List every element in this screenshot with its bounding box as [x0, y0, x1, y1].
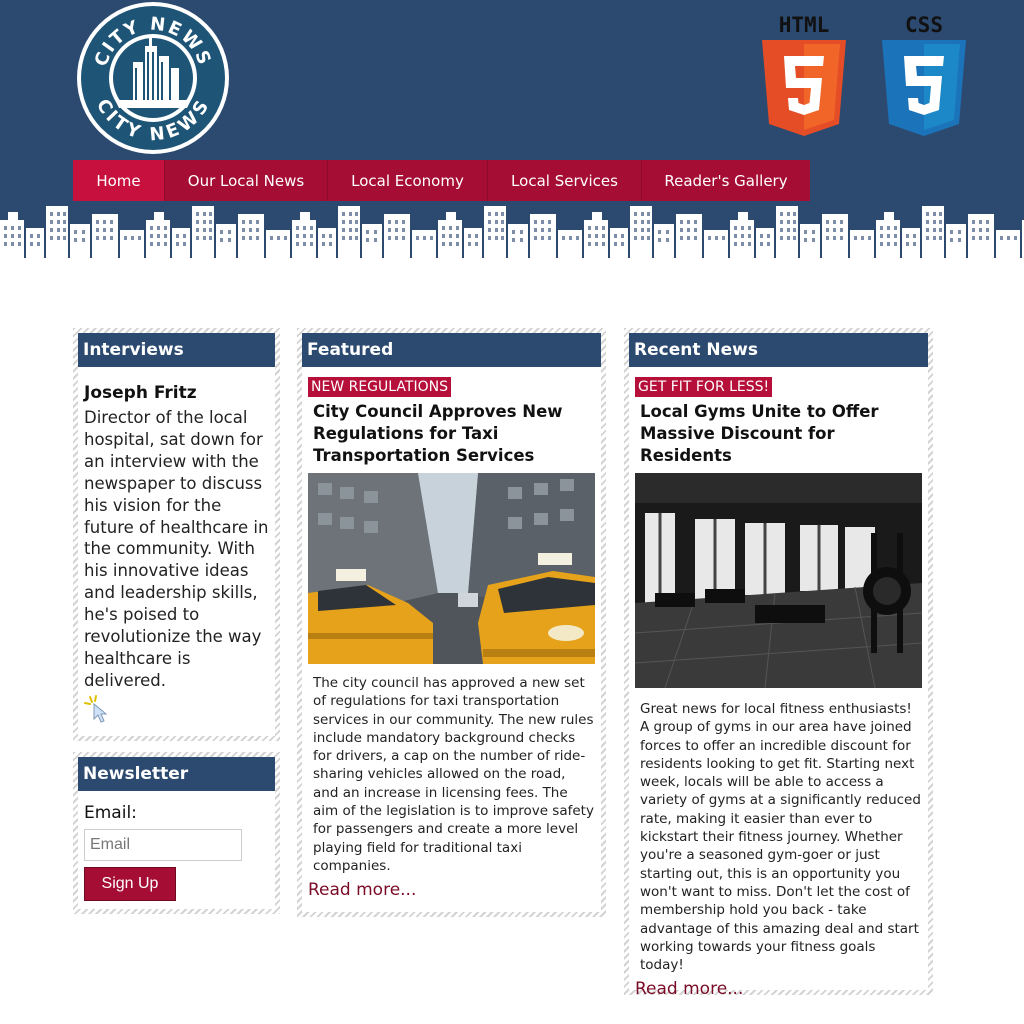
sign-up-button[interactable]: Sign Up	[84, 867, 176, 901]
tech-logos: HTML CSS	[762, 13, 966, 136]
interviewee-name: Joseph Fritz	[84, 383, 197, 403]
css3-icon: CSS	[882, 13, 966, 136]
featured-article-title[interactable]: City Council Approves New Regulations fo…	[313, 401, 595, 467]
city-news-logo[interactable]: CITY NEWS CITY NEWS	[75, 0, 231, 156]
email-label: Email:	[84, 803, 137, 823]
featured-panel: Featured NEW REGULATIONS City Council Ap…	[297, 328, 606, 917]
featured-tag-badge: NEW REGULATIONS	[308, 377, 451, 397]
nav-readers-gallery[interactable]: Reader's Gallery	[642, 160, 810, 201]
html5-icon: HTML	[762, 13, 846, 136]
email-field[interactable]	[84, 829, 242, 861]
nav-our-local-news[interactable]: Our Local News	[165, 160, 328, 201]
newsletter-panel: Newsletter Email: Sign Up	[73, 752, 280, 914]
nav-local-services[interactable]: Local Services	[488, 160, 642, 201]
taxi-street-photo	[308, 473, 595, 664]
svg-text:CSS: CSS	[905, 13, 943, 37]
recent-article-title[interactable]: Local Gyms Unite to Offer Massive Discou…	[640, 401, 922, 467]
main-nav: Home Our Local News Local Economy Local …	[73, 160, 810, 201]
nav-local-economy[interactable]: Local Economy	[328, 160, 488, 201]
gym-photo	[635, 473, 922, 688]
featured-heading: Featured	[302, 333, 601, 367]
skyline-banner	[0, 200, 1024, 258]
interviews-panel: Interviews Joseph Fritz Director of the …	[73, 328, 280, 741]
recent-news-heading: Recent News	[629, 333, 928, 367]
site-header: CITY NEWS CITY NEWS HTML CSS Home Our Lo…	[0, 0, 1024, 258]
recent-news-panel: Recent News GET FIT FOR LESS! Local Gyms…	[624, 328, 933, 999]
recent-tag-badge: GET FIT FOR LESS!	[635, 377, 773, 397]
newsletter-heading: Newsletter	[78, 757, 275, 791]
featured-read-more-link[interactable]: Read more...	[308, 880, 595, 900]
click-cursor-icon	[84, 694, 108, 723]
nav-home[interactable]: Home	[73, 160, 165, 201]
recent-read-more-link[interactable]: Read more...	[635, 979, 922, 999]
svg-text:HTML: HTML	[779, 13, 830, 37]
featured-article-body: The city council has approved a new set …	[313, 675, 594, 874]
recent-article-body: Great news for local fitness enthusiasts…	[640, 701, 921, 974]
interview-text: Director of the local hospital, sat down…	[84, 408, 269, 690]
interviews-heading: Interviews	[78, 333, 275, 367]
